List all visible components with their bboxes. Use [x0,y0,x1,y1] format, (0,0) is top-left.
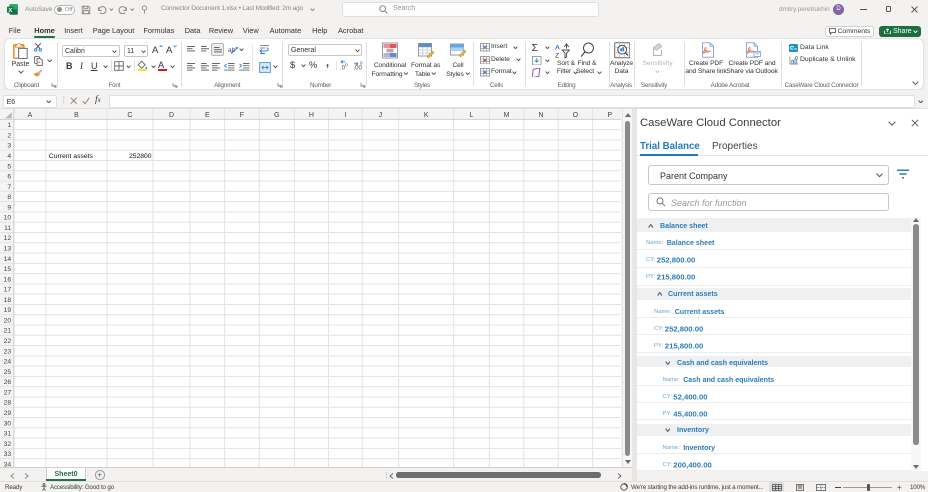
svg-text:6: 6 [7,174,11,181]
svg-text:18: 18 [4,297,12,304]
svg-text:14: 14 [4,256,12,263]
svg-text:28: 28 [4,400,12,407]
svg-text:252800: 252800 [129,153,152,160]
svg-text:21: 21 [4,328,12,335]
svg-text:D: D [169,112,174,119]
svg-text:I: I [344,112,346,119]
svg-text:Z: Z [555,52,559,59]
svg-text:25: 25 [4,369,12,376]
svg-text:8: 8 [7,194,11,201]
svg-text:16: 16 [4,276,12,283]
svg-text:Current assets: Current assets [49,153,94,160]
svg-text:23: 23 [4,348,12,355]
svg-text:2: 2 [7,132,11,139]
svg-text:N: N [538,112,543,119]
svg-text:17: 17 [4,287,12,294]
svg-text:24: 24 [4,359,12,366]
svg-text:H: H [309,112,314,119]
svg-text:7: 7 [7,184,11,191]
svg-text:M: M [504,112,510,119]
svg-text:C: C [127,112,132,119]
svg-text:20: 20 [4,317,12,324]
svg-text:22: 22 [4,338,12,345]
svg-text:3: 3 [7,143,11,150]
svg-text:F: F [240,112,244,119]
svg-text:G: G [274,112,279,119]
svg-text:10: 10 [4,215,12,222]
svg-text:5: 5 [7,163,11,170]
svg-text:J: J [379,112,383,119]
svg-text:0: 0 [345,63,348,68]
svg-text:1: 1 [7,122,11,129]
svg-text:L: L [470,112,474,119]
svg-text:29: 29 [4,410,12,417]
svg-text:X: X [8,8,12,14]
svg-text:P: P [607,112,612,119]
svg-text:15: 15 [4,266,12,273]
svg-text:30: 30 [4,420,12,427]
svg-text:12: 12 [4,235,12,242]
svg-text:K: K [424,112,429,119]
svg-text:27: 27 [4,389,12,396]
svg-text:32: 32 [4,441,12,448]
svg-text:4: 4 [7,153,11,160]
svg-text:33: 33 [4,451,12,458]
svg-text:A: A [555,44,560,51]
svg-text:A: A [28,112,33,119]
svg-text:11: 11 [4,225,11,232]
svg-text:19: 19 [4,307,12,314]
svg-text:26: 26 [4,379,12,386]
svg-text:9: 9 [7,204,11,211]
svg-text:B: B [74,112,79,119]
svg-text:O: O [573,112,579,119]
svg-text:13: 13 [4,246,12,253]
svg-text:0: 0 [360,61,363,66]
svg-text:E: E [205,112,210,119]
svg-text:31: 31 [4,430,12,437]
svg-text:.00: .00 [353,66,362,72]
